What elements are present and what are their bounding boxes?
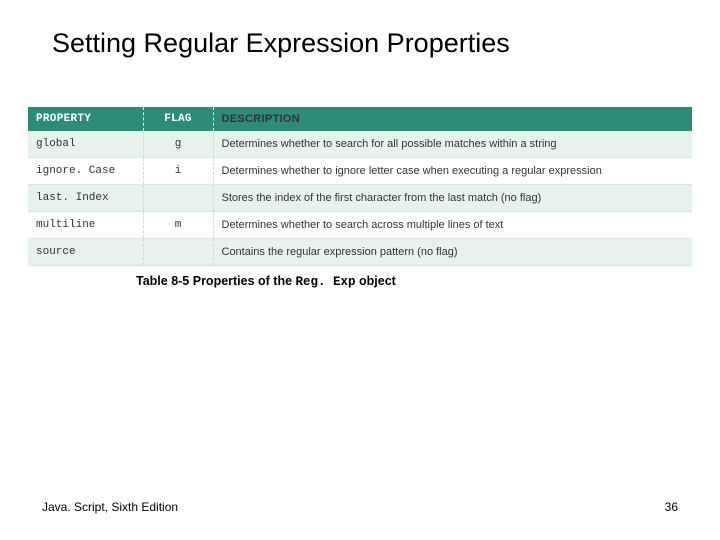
caption-prefix: Table 8-5 Properties of the: [136, 274, 296, 288]
header-description: DESCRIPTION: [213, 107, 692, 131]
properties-table: PROPERTY FLAG DESCRIPTION global g Deter…: [28, 107, 692, 266]
header-property: PROPERTY: [28, 107, 143, 131]
cell-property: ignore. Case: [28, 158, 143, 185]
table-row: global g Determines whether to search fo…: [28, 131, 692, 158]
cell-description: Contains the regular expression pattern …: [213, 239, 692, 266]
footer-page-number: 36: [665, 500, 678, 514]
cell-description: Determines whether to search across mult…: [213, 212, 692, 239]
caption-suffix: object: [356, 274, 396, 288]
header-flag: FLAG: [143, 107, 213, 131]
cell-description: Determines whether to search for all pos…: [213, 131, 692, 158]
cell-flag: [143, 239, 213, 266]
cell-property: global: [28, 131, 143, 158]
caption-code: Reg. Exp: [296, 275, 356, 289]
cell-flag: m: [143, 212, 213, 239]
cell-flag: g: [143, 131, 213, 158]
table-row: ignore. Case i Determines whether to ign…: [28, 158, 692, 185]
table-row: source Contains the regular expression p…: [28, 239, 692, 266]
properties-table-container: PROPERTY FLAG DESCRIPTION global g Deter…: [28, 107, 692, 289]
cell-property: multiline: [28, 212, 143, 239]
slide-title: Setting Regular Expression Properties: [0, 0, 720, 59]
cell-flag: [143, 185, 213, 212]
table-row: last. Index Stores the index of the firs…: [28, 185, 692, 212]
cell-description: Determines whether to ignore letter case…: [213, 158, 692, 185]
cell-flag: i: [143, 158, 213, 185]
table-row: multiline m Determines whether to search…: [28, 212, 692, 239]
cell-property: last. Index: [28, 185, 143, 212]
cell-property: source: [28, 239, 143, 266]
table-caption: Table 8-5 Properties of the Reg. Exp obj…: [136, 274, 692, 289]
cell-description: Stores the index of the first character …: [213, 185, 692, 212]
table-header-row: PROPERTY FLAG DESCRIPTION: [28, 107, 692, 131]
footer-book-title: Java. Script, Sixth Edition: [42, 500, 178, 514]
